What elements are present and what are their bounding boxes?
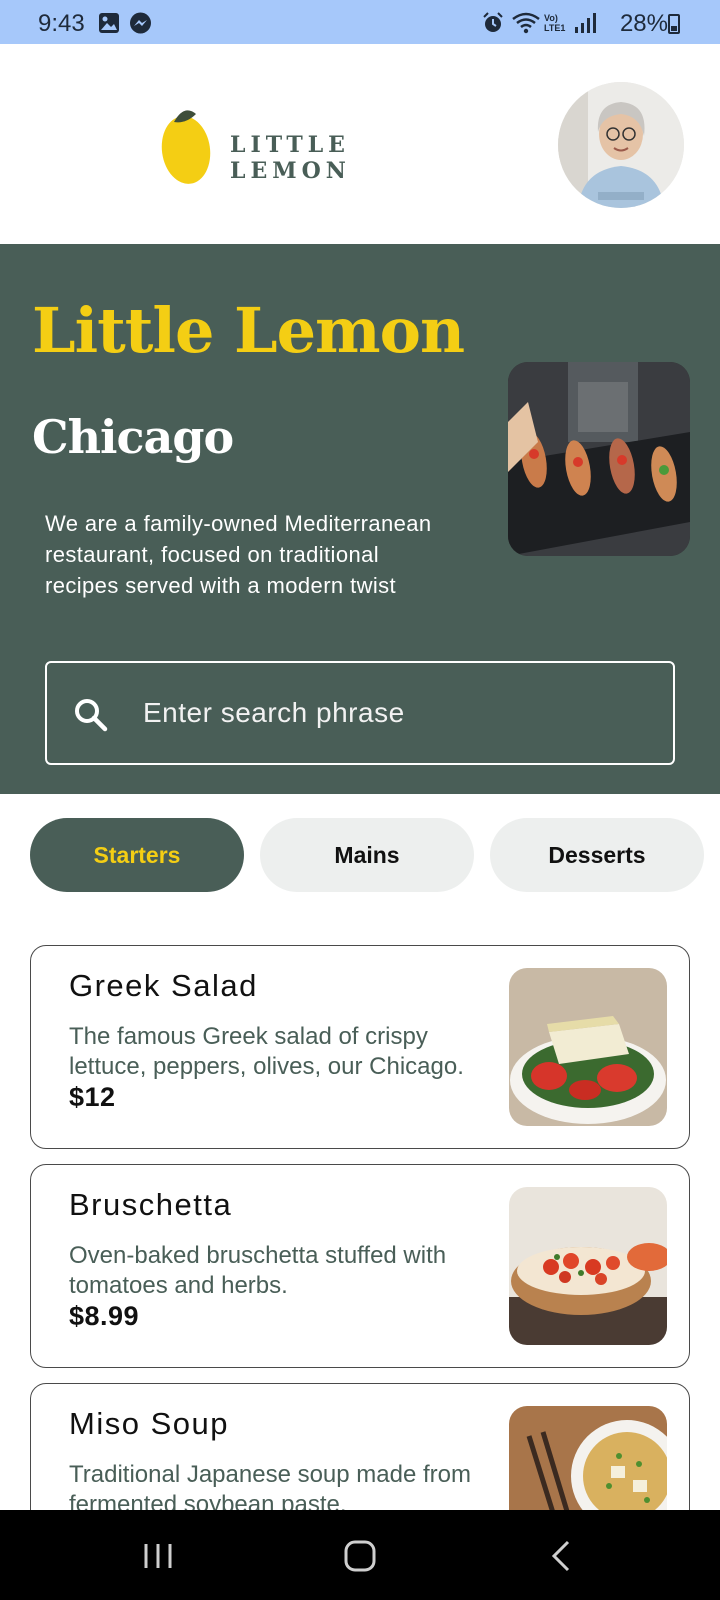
menu-item-price: $8.99 [69, 1301, 140, 1331]
hero-description: We are a family-owned Mediterranean rest… [45, 511, 432, 598]
logo-text: LITTLE LEMON [230, 132, 351, 184]
lemon-icon [161, 110, 211, 184]
hero-section: Little Lemon Chicago We are a family-own… [0, 244, 720, 794]
menu-item-name: Greek Salad [69, 968, 258, 1003]
search-icon [75, 699, 108, 732]
battery-percent: 28% [619, 10, 668, 37]
search-box[interactable] [45, 661, 675, 765]
battery-icon [668, 14, 680, 34]
hero-title: Little Lemon [32, 294, 465, 367]
hero-city: Chicago [32, 410, 234, 464]
menu-item-name: Miso Soup [69, 1406, 229, 1441]
messenger-icon [129, 12, 152, 40]
menu-item-description: Oven-baked bruschetta stuffed with tomat… [69, 1242, 447, 1299]
menu-item-image [509, 1187, 667, 1345]
tab-desserts[interactable]: Desserts [490, 818, 704, 892]
profile-avatar[interactable] [558, 82, 684, 208]
logo: LITTLE LEMON [160, 102, 460, 192]
menu-item-price: $12 [69, 1082, 116, 1112]
menu-item-name: Bruschetta [69, 1187, 233, 1222]
volte-icon: Vo) LTE1 [544, 13, 566, 33]
menu-item-description: The famous Greek salad of crispy lettuce… [69, 1023, 464, 1080]
wifi-icon [512, 12, 540, 39]
search-input[interactable] [143, 685, 643, 741]
hero-image [508, 362, 690, 556]
menu-item-image [509, 968, 667, 1126]
status-bar: 9:43 Vo) LTE1 28% [0, 0, 720, 44]
gallery-icon [98, 12, 120, 39]
menu-item-card[interactable]: Greek Salad The famous Greek salad of cr… [30, 945, 690, 1149]
home-icon[interactable] [340, 1536, 380, 1576]
signal-icon [574, 12, 596, 39]
menu-item-card[interactable]: Bruschetta Oven-baked bruschetta stuffed… [30, 1164, 690, 1368]
alarm-icon [482, 12, 504, 39]
tab-starters[interactable]: Starters [30, 818, 244, 892]
status-time: 9:43 [38, 10, 85, 37]
recent-apps-icon[interactable] [138, 1536, 178, 1576]
back-icon[interactable] [542, 1536, 582, 1576]
app-header: LITTLE LEMON [0, 44, 720, 244]
system-nav-bar [0, 1510, 720, 1600]
tab-mains[interactable]: Mains [260, 818, 474, 892]
